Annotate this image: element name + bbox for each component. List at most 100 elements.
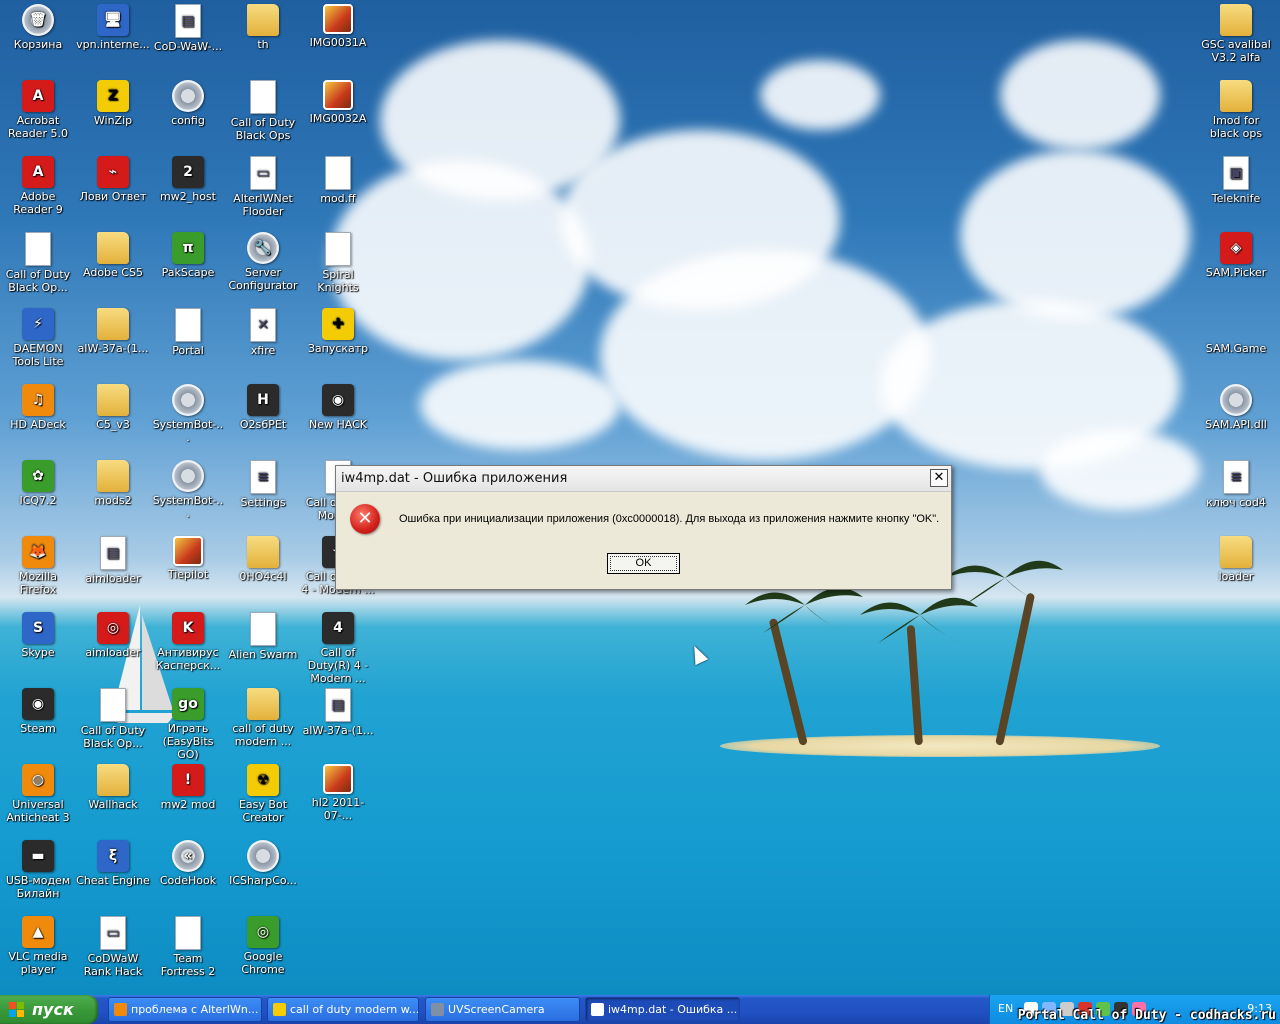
desktop-icon[interactable]: ◍ Universal Anticheat 3 <box>0 760 76 836</box>
desktop-icon[interactable]: π PakScape <box>150 228 226 304</box>
desktop-icon[interactable]: ▤ aimloader <box>75 532 151 608</box>
desktop-icon[interactable]: th <box>225 0 301 76</box>
desktop-icon[interactable]: ✚ Запускатр <box>300 304 376 380</box>
desktop-icon[interactable]: Adobe CS5 <box>75 228 151 304</box>
desktop-icon-label: hl2 2011-07-... <box>311 796 365 822</box>
file-icon <box>175 308 201 342</box>
dialog-titlebar[interactable]: iw4mp.dat - Ошибка приложения ✕ <box>336 466 951 492</box>
desktop-icon[interactable]: ▲ VLC media player <box>0 912 76 988</box>
desktop-icon[interactable]: ✿ ICQ7.2 <box>0 456 76 532</box>
desktop-icon[interactable]: ξ Cheat Engine <box>75 836 151 912</box>
desktop-icon[interactable]: Team Fortress 2 <box>150 912 226 988</box>
config-gear-icon <box>172 460 204 492</box>
archive-icon: ▤ <box>325 688 351 722</box>
desktop-icon[interactable]: ◉ New HACK <box>300 380 376 456</box>
desktop-icon[interactable]: « CodeHook <box>150 836 226 912</box>
desktop-icon-label: Server Configurator <box>228 266 298 292</box>
language-indicator[interactable]: EN <box>998 1002 1013 1015</box>
desktop-icon[interactable]: ⚡ DAEMON Tools Lite <box>0 304 76 380</box>
desktop-icon[interactable]: Call of Duty Black Ops <box>225 76 301 152</box>
desktop-icon[interactable]: Alien Swarm <box>225 608 301 684</box>
desktop-icon[interactable]: 🗑 Корзина <box>0 0 76 76</box>
desktop-icon[interactable]: H O2s6PEt <box>225 380 301 456</box>
desktop-icon[interactable]: ◎ aimloader <box>75 608 151 684</box>
desktop-icon[interactable]: aIW-37a-(1... <box>75 304 151 380</box>
cod4-icon: 4 <box>322 612 354 644</box>
desktop-icon[interactable]: ▤ CoD-WaW-... <box>150 0 226 76</box>
desktop-icon[interactable]: SystemBot-... <box>150 380 226 456</box>
desktop-icon[interactable]: ✕ xfire <box>225 304 301 380</box>
desktop-icon-label: Settings <box>240 496 286 509</box>
desktop-icon[interactable]: ≡ ключ cod4 <box>1198 456 1274 532</box>
mouse-cursor-icon <box>687 642 709 666</box>
desktop-icon[interactable]: 0HO4c4I <box>225 532 301 608</box>
desktop-icon[interactable]: A Adobe Reader 9 <box>0 152 76 228</box>
taskbar-button[interactable]: проблема с AlterIWn... <box>108 997 262 1022</box>
desktop-icon[interactable]: Spiral Knights <box>300 228 376 304</box>
desktop-icon[interactable]: Wallhack <box>75 760 151 836</box>
desktop-icon-label: Корзина <box>13 38 63 51</box>
desktop-icon[interactable]: ♫ HD ADeck <box>0 380 76 456</box>
desktop-icon[interactable]: K Антивирус Касперск... <box>150 608 226 684</box>
desktop-icon[interactable]: Z WinZip <box>75 76 151 152</box>
desktop-icon[interactable]: Tiepilot <box>150 532 226 608</box>
desktop-icon[interactable]: ◎ Google Chrome <box>225 912 301 988</box>
desktop-icon-label: IMG0031A <box>309 36 367 49</box>
desktop-icon[interactable]: Portal <box>150 304 226 380</box>
image-icon <box>323 80 353 110</box>
desktop-icon[interactable]: ▬ USB-модем Билайн <box>0 836 76 912</box>
folder-icon <box>97 764 129 796</box>
desktop-icon[interactable]: ▭ CoDWaW Rank Hack <box>75 912 151 988</box>
start-button[interactable]: пуск <box>0 995 98 1024</box>
desktop-icon-label: aimloader <box>85 572 141 585</box>
desktop-icon-label: Tiepilot <box>167 568 209 581</box>
desktop-icon[interactable]: ◉ Steam <box>0 684 76 760</box>
desktop-icon-label: VLC media player <box>8 950 68 976</box>
desktop-icon[interactable]: 4 Call of Duty(R) 4 - Modern ... <box>300 608 376 685</box>
desktop-icon[interactable]: ☢ Easy Bot Creator <box>225 760 301 836</box>
desktop-icon[interactable]: mod.ff <box>300 152 376 228</box>
taskbar-button[interactable]: iw4mp.dat - Ошибка ... <box>585 997 740 1022</box>
desktop-icon[interactable]: hl2 2011-07-... <box>300 760 376 836</box>
close-icon[interactable]: ✕ <box>930 469 948 487</box>
desktop-icon[interactable]: C5_v3 <box>75 380 151 456</box>
desktop-icon[interactable]: 🦊 Mozilla Firefox <box>0 532 76 608</box>
desktop-icon[interactable]: 🖥 vpn.interne... <box>75 0 151 76</box>
ok-button[interactable]: OK <box>607 553 680 574</box>
desktop-icon[interactable]: loader <box>1198 532 1274 608</box>
desktop-icon[interactable]: ▭ AlterIWNet Flooder <box>225 152 301 228</box>
desktop-icon[interactable]: ⌁ Лови Ответ <box>75 152 151 228</box>
desktop-icon[interactable]: ≡ Settings <box>225 456 301 532</box>
desktop-icon-label: xfire <box>250 344 276 357</box>
desktop-icon[interactable]: SAM.API.dll <box>1198 380 1274 456</box>
desktop-icon[interactable]: Call of Duty Black Op... <box>75 684 151 760</box>
desktop-icon[interactable]: ◈ SAM.Picker <box>1198 228 1274 304</box>
desktop-icon[interactable]: ICSharpCo... <box>225 836 301 912</box>
desktop-icon[interactable]: 🔧 Server Configurator <box>225 228 301 304</box>
file-icon <box>250 80 276 114</box>
desktop-icon[interactable]: Call of Duty Black Op... <box>0 228 76 304</box>
desktop-icon[interactable]: IMG0032A <box>300 76 376 152</box>
desktop-icon[interactable]: 2 mw2_host <box>150 152 226 228</box>
desktop-icon[interactable]: config <box>150 76 226 152</box>
desktop-icon[interactable]: GSC avalibal V3.2 alfa <box>1198 0 1274 76</box>
desktop-icon[interactable]: S Skype <box>0 608 76 684</box>
desktop-icon-label: vpn.interne... <box>76 38 150 51</box>
desktop-icon[interactable]: IMG0031A <box>300 0 376 76</box>
desktop-icon[interactable]: ▤ aIW-37a-(1... <box>300 684 376 760</box>
desktop-icon[interactable]: mods2 <box>75 456 151 532</box>
desktop-icon[interactable]: ! mw2 mod <box>150 760 226 836</box>
desktop-icon[interactable]: ▣ Teleknife <box>1198 152 1274 228</box>
desktop-icon-label: Cheat Engine <box>76 874 150 887</box>
desktop-icon-label: Team Fortress 2 <box>160 952 216 978</box>
file-icon <box>175 916 201 950</box>
desktop-icon[interactable]: SAM.Game <box>1198 304 1274 380</box>
desktop-icon[interactable]: call of duty modern ... <box>225 684 301 760</box>
taskbar-button[interactable]: UVScreenCamera <box>425 997 580 1022</box>
desktop-icon[interactable]: A Acrobat Reader 5.0 <box>0 76 76 152</box>
desktop-icon[interactable]: Imod for black ops <box>1198 76 1274 152</box>
desktop-icon[interactable]: SystemBot-... <box>150 456 226 532</box>
desktop-icon[interactable]: go Играть (EasyBits GO) <box>150 684 226 761</box>
desktop-icon-label: Антивирус Касперск... <box>155 646 221 672</box>
taskbar-button[interactable]: call of duty modern w... <box>267 997 419 1022</box>
